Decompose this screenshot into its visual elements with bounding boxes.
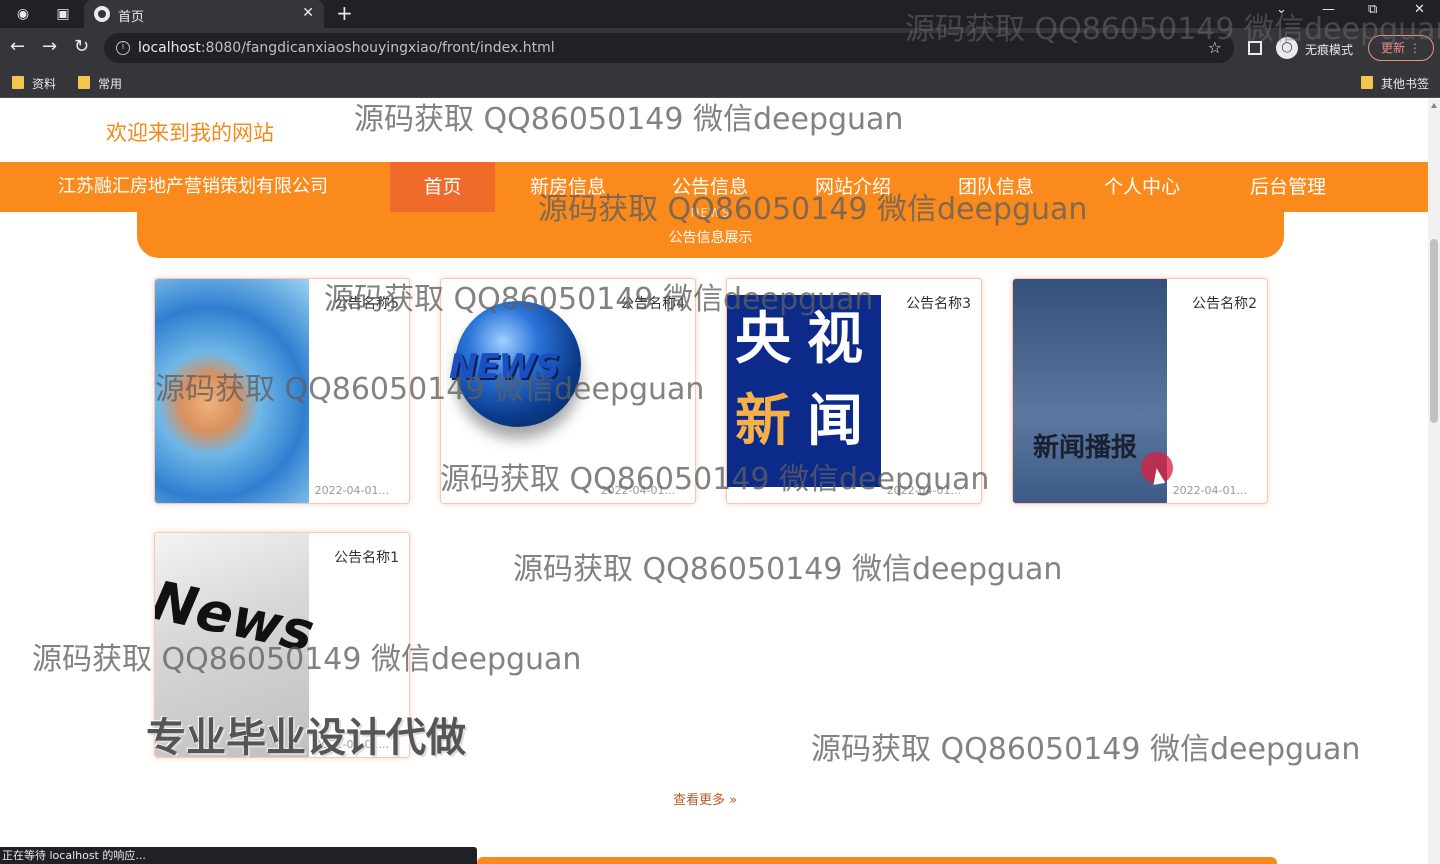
chevron-down-icon[interactable]: ⌄ <box>1276 2 1287 17</box>
browser-menu-icon[interactable]: ◉ <box>14 5 32 23</box>
notice-card-2[interactable]: 新闻播报 公告名称2 2022-04-01... <box>1012 278 1268 504</box>
broadcast-label: 新闻播报 <box>1033 433 1138 463</box>
watermark: 源码获取 QQ86050149 微信deepguan <box>811 732 1361 767</box>
cctv-news-image: 央 视 新 闻 <box>727 279 881 503</box>
double-chevron-right-icon: » <box>729 793 738 808</box>
card-date: 2022-04-01... <box>600 484 675 497</box>
card-title: 公告名称5 <box>334 296 399 312</box>
card-title: 公告名称3 <box>906 296 971 312</box>
news-globe-image: NEWS <box>441 279 595 503</box>
card-date: 2022-04-01... <box>314 484 389 497</box>
scroll-thumb[interactable] <box>1430 239 1438 423</box>
url-input[interactable]: i localhost:8080/fangdicanxiaoshouyingxi… <box>104 33 1234 63</box>
scroll-up-arrow-icon[interactable] <box>1431 103 1437 108</box>
nav-admin[interactable]: 后台管理 <box>1250 162 1326 212</box>
new-tab-button[interactable]: + <box>336 3 353 23</box>
notice-card-4[interactable]: NEWS 公告名称4 2022-04-01... <box>440 278 696 504</box>
browser-status-bar: 正在等待 localhost 的响应... <box>0 847 477 864</box>
view-more-link[interactable]: 查看更多 » <box>673 789 737 808</box>
newspaper-word: News <box>154 568 320 665</box>
nav-profile[interactable]: 个人中心 <box>1104 162 1180 212</box>
address-bar-row: ← → ↻ i localhost:8080/fangdicanxiaoshou… <box>0 28 1440 68</box>
main-nav: 江苏融汇房地产营销策划有限公司 首页 新房信息 公告信息 网站介绍 团队信息 个… <box>0 162 1428 212</box>
bookmark-folder-ziliao[interactable]: 资料 <box>12 75 56 92</box>
card-title: 公告名称4 <box>620 296 685 312</box>
nav-home[interactable]: 首页 <box>390 162 495 212</box>
reload-icon[interactable]: ↻ <box>74 37 89 57</box>
bookmark-folder-other[interactable]: 其他书签 <box>1361 75 1429 92</box>
hand-pointer-icon <box>1150 467 1166 485</box>
incognito-icon[interactable]: ◯ <box>1276 37 1298 59</box>
url-text: localhost:8080/fangdicanxiaoshouyingxiao… <box>138 40 555 56</box>
nav-team[interactable]: 团队信息 <box>958 162 1034 212</box>
section-english-title: NEWS <box>690 206 731 220</box>
incognito-label: 无痕模式 <box>1305 43 1354 57</box>
page-scrollbar[interactable] <box>1428 99 1440 864</box>
cctv-logo: 央 视 新 闻 <box>727 295 881 487</box>
restore-icon[interactable]: ⧉ <box>1368 2 1377 17</box>
section-header: NEWS 公告信息展示 <box>137 206 1284 258</box>
bookmarks-bar: 资料 常用 其他书签 <box>0 68 1440 98</box>
nav-about[interactable]: 网站介绍 <box>815 162 891 212</box>
cctv-char-4: 闻 <box>807 388 863 454</box>
brand-name: 江苏融汇房地产营销策划有限公司 <box>58 176 328 197</box>
cctv-char-3: 新 <box>735 388 791 454</box>
news-studio-image <box>155 279 309 503</box>
notice-card-3[interactable]: 央 视 新 闻 公告名称3 2022-04-01... <box>726 278 982 504</box>
notice-card-5[interactable]: 公告名称5 2022-04-01... <box>154 278 410 504</box>
card-date: 2022-04-01... <box>886 484 961 497</box>
forward-icon[interactable]: → <box>42 37 57 57</box>
globe-icon <box>94 6 110 22</box>
watermark: 源码获取 QQ86050149 微信deepguan <box>354 102 904 137</box>
watermark: 源码获取 QQ86050149 微信deepguan <box>513 552 1063 587</box>
tab-search-icon[interactable]: ▣ <box>54 5 72 23</box>
card-title: 公告名称1 <box>334 550 399 566</box>
bookmark-folder-changyong[interactable]: 常用 <box>78 75 122 92</box>
close-tab-icon[interactable]: ✕ <box>302 5 314 21</box>
bookmark-star-icon[interactable]: ☆ <box>1208 38 1222 57</box>
back-icon[interactable]: ← <box>10 37 25 57</box>
nav-notice[interactable]: 公告信息 <box>672 162 748 212</box>
minimize-icon[interactable]: — <box>1322 2 1335 17</box>
news-word: NEWS <box>449 347 560 387</box>
nav-new-house[interactable]: 新房信息 <box>530 162 606 212</box>
cctv-char-1: 央 <box>735 306 791 372</box>
card-title: 公告名称2 <box>1192 296 1257 312</box>
welcome-text: 欢迎来到我的网站 <box>106 121 274 145</box>
update-button[interactable]: 更新 ⋮ <box>1368 35 1434 61</box>
browser-tab-strip: ◉ ▣ 首页 ✕ + ⌄ — ⧉ ✕ <box>0 0 1440 28</box>
tab-title: 首页 <box>118 10 145 25</box>
promo-banner: 专业毕业设计代做 <box>146 715 466 761</box>
section-title: 公告信息展示 <box>668 230 753 246</box>
browser-tab[interactable]: 首页 ✕ <box>84 0 324 28</box>
close-window-icon[interactable]: ✕ <box>1414 2 1425 17</box>
side-panel-icon[interactable] <box>1248 41 1262 55</box>
next-section-header <box>477 857 1277 864</box>
info-icon[interactable]: i <box>116 41 130 55</box>
cctv-char-2: 视 <box>807 306 863 372</box>
card-date: 2022-04-01... <box>1172 484 1247 497</box>
